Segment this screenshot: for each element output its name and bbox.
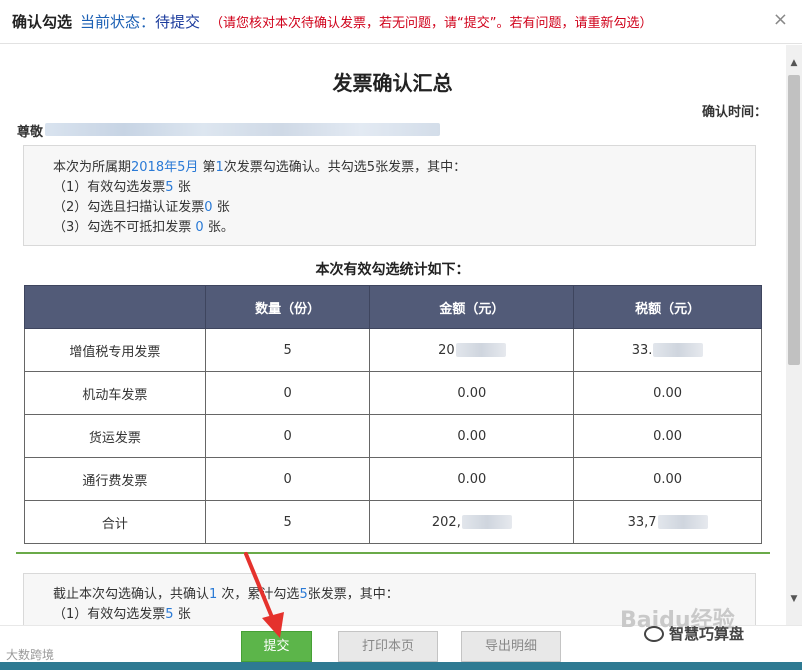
invoice-count: 0 <box>204 457 371 501</box>
summary-text: 张发票，其中： <box>307 587 399 602</box>
red-arrow-annotation <box>244 552 284 638</box>
invoice-type: 机动车发票 <box>24 371 206 415</box>
invoice-tax: 0.00 <box>573 457 762 501</box>
table-row: 通行费发票 0 0.00 0.00 <box>24 457 762 501</box>
invoice-count: 0 <box>204 414 371 458</box>
period-summary-box: 本次为所属期2018年5月 第1次发票勾选确认。共勾选5张发票，其中： （1）有… <box>23 145 756 246</box>
confirm-time-label: 确认时间： <box>701 105 767 120</box>
summary-text: （2）勾选且扫描认证发票 <box>53 200 205 215</box>
invoice-tax: 0.00 <box>573 371 762 415</box>
status-label: 当前状态： <box>80 13 156 31</box>
recipient-label: 尊敬 <box>17 125 44 140</box>
invoice-tax: 0.00 <box>573 414 762 458</box>
valid-count: 5 <box>165 180 174 195</box>
summary-text: 本次为所属期 <box>53 160 132 175</box>
summary-text: 截止本次勾选确认，共确认 <box>53 587 210 602</box>
column-header: 税额（元） <box>573 285 762 329</box>
invoice-amount: 20 <box>369 328 575 372</box>
summary-text: 第 <box>198 160 216 175</box>
status-value: 待提交 <box>155 13 201 31</box>
invoice-count: 5 <box>204 328 371 372</box>
export-details-button[interactable]: 导出明细 <box>461 631 561 662</box>
scroll-thumb[interactable] <box>788 75 800 365</box>
period-value: 2018年5月 <box>131 160 199 175</box>
print-button[interactable]: 打印本页 <box>338 631 438 662</box>
dialog-title: 确认勾选 <box>12 13 73 31</box>
section-divider <box>16 552 770 554</box>
dialog-titlebar: 确认勾选 当前状态： 待提交 （请您核对本次待确认发票，若无问题，请“提交”。若… <box>0 0 802 44</box>
summary-text: 张。 <box>203 220 234 235</box>
invoice-amount: 202, <box>369 500 575 544</box>
table-row: 机动车发票 0 0.00 0.00 <box>24 371 762 415</box>
summary-text: 张 <box>173 607 191 622</box>
confirm-count: 1 <box>215 160 224 175</box>
total-count: 5 <box>299 587 308 602</box>
summary-line-1: 本次为所属期2018年5月 第1次发票勾选确认。共勾选5张发票，其中： <box>53 158 755 178</box>
summary-text: （1）有效勾选发票 <box>53 607 166 622</box>
stats-title: 本次有效勾选统计如下： <box>315 262 470 278</box>
scroll-down-icon[interactable]: ▼ <box>786 591 802 607</box>
valid-count: 5 <box>165 607 174 622</box>
wechat-account-name: 智慧巧算盘 <box>669 625 745 643</box>
invoice-type: 合计 <box>24 500 206 544</box>
scanned-count: 0 <box>204 200 213 215</box>
summary-line-2: （1）有效勾选发票5 张 <box>53 178 755 198</box>
vertical-scrollbar[interactable]: ▲ ▼ <box>786 45 802 625</box>
invoice-count: 0 <box>204 371 371 415</box>
close-icon[interactable]: × <box>773 11 788 29</box>
table-header-row: 数量（份） 金额（元） 税额（元） <box>24 285 762 329</box>
summary-text: （1）有效勾选发票 <box>53 180 166 195</box>
bottom-strip <box>0 662 802 670</box>
invoice-amount: 0.00 <box>369 371 575 415</box>
summary-text: 次发票勾选确认。共勾选5张发票，其中： <box>223 160 467 175</box>
table-row: 增值税专用发票 5 20 33. <box>24 328 762 372</box>
summary-text: 张 <box>212 200 230 215</box>
invoice-tax: 33,7 <box>573 500 762 544</box>
redacted-value <box>455 343 506 357</box>
redacted-company-name <box>45 123 440 136</box>
table-row-total: 合计 5 202, 33,7 <box>24 500 762 544</box>
redacted-value <box>657 515 708 529</box>
stats-table: 数量（份） 金额（元） 税额（元） 增值税专用发票 5 20 33. 机动车发票… <box>24 285 762 544</box>
redacted-value <box>653 343 704 357</box>
invoice-tax: 33. <box>573 328 762 372</box>
dialog-content: 发票确认汇总 确认时间： 尊敬 本次为所属期2018年5月 第1次发票勾选确认。… <box>0 45 785 625</box>
invoice-type: 货运发票 <box>24 414 206 458</box>
watermark-left: 大数跨境 <box>6 648 55 662</box>
watermark-wechat: 智慧巧算盘 <box>644 623 744 644</box>
nondeductible-count: 0 <box>195 220 204 235</box>
invoice-type: 增值税专用发票 <box>24 328 206 372</box>
summary-text: （3）勾选不可抵扣发票 <box>53 220 196 235</box>
column-header <box>24 285 206 329</box>
redacted-value <box>461 515 512 529</box>
status-note: （请您核对本次待确认发票，若无问题，请“提交”。若有问题，请重新勾选） <box>210 16 653 31</box>
wechat-icon <box>644 625 664 642</box>
summary-line-3: （2）勾选且扫描认证发票0 张 <box>53 198 755 218</box>
invoice-count: 5 <box>204 500 371 544</box>
summary-text: 张 <box>173 180 191 195</box>
invoice-amount: 0.00 <box>369 414 575 458</box>
invoice-type: 通行费发票 <box>24 457 206 501</box>
document-title: 发票确认汇总 <box>332 71 453 95</box>
column-header: 金额（元） <box>369 285 575 329</box>
column-header: 数量（份） <box>204 285 371 329</box>
invoice-amount: 0.00 <box>369 457 575 501</box>
summary-line-4: （3）勾选不可抵扣发票 0 张。 <box>53 218 755 238</box>
scroll-up-icon[interactable]: ▲ <box>786 55 802 71</box>
table-row: 货运发票 0 0.00 0.00 <box>24 414 762 458</box>
